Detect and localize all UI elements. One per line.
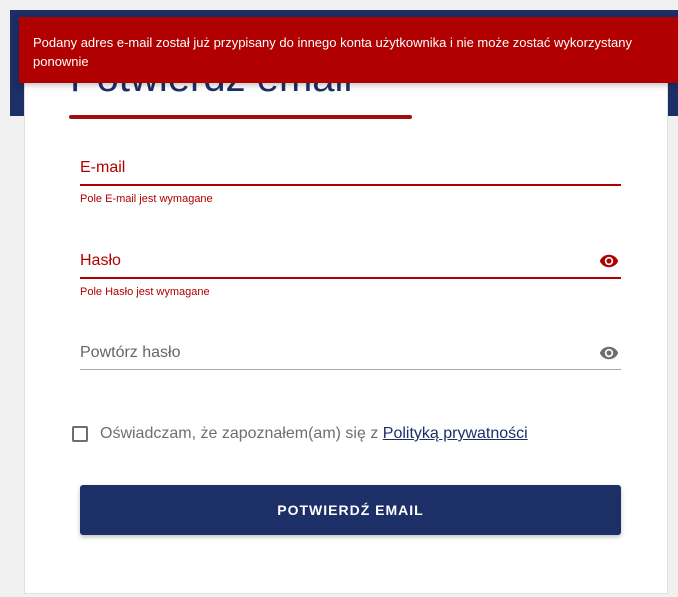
password-field[interactable]: Hasło Pole Hasło jest wymagane (80, 251, 621, 301)
email-field-error: Pole E-mail jest wymagane (80, 193, 213, 205)
eye-icon[interactable] (598, 343, 620, 363)
confirm-email-button[interactable]: POTWIERDŹ EMAIL (80, 485, 621, 535)
email-field-underline (80, 184, 621, 186)
repeat-password-field-label: Powtórz hasło (80, 344, 181, 361)
email-field[interactable]: E-mail Pole E-mail jest wymagane (80, 158, 621, 208)
repeat-password-field-underline (80, 369, 621, 370)
title-underline (69, 115, 412, 119)
consent-text: Oświadczam, że zapoznałem(am) się z (100, 425, 383, 442)
privacy-policy-link[interactable]: Polityką prywatności (383, 425, 528, 442)
password-field-error: Pole Hasło jest wymagane (80, 286, 210, 298)
repeat-password-field[interactable]: Powtórz hasło (80, 343, 621, 373)
error-toast: Podany adres e-mail został już przypisan… (19, 17, 678, 83)
email-field-label: E-mail (80, 159, 126, 176)
eye-icon[interactable] (598, 251, 620, 271)
consent-checkbox[interactable] (72, 426, 88, 442)
password-field-underline (80, 277, 621, 279)
password-field-label: Hasło (80, 252, 121, 269)
error-toast-message: Podany adres e-mail został już przypisan… (33, 35, 633, 69)
consent-label: Oświadczam, że zapoznałem(am) się z Poli… (100, 424, 528, 444)
